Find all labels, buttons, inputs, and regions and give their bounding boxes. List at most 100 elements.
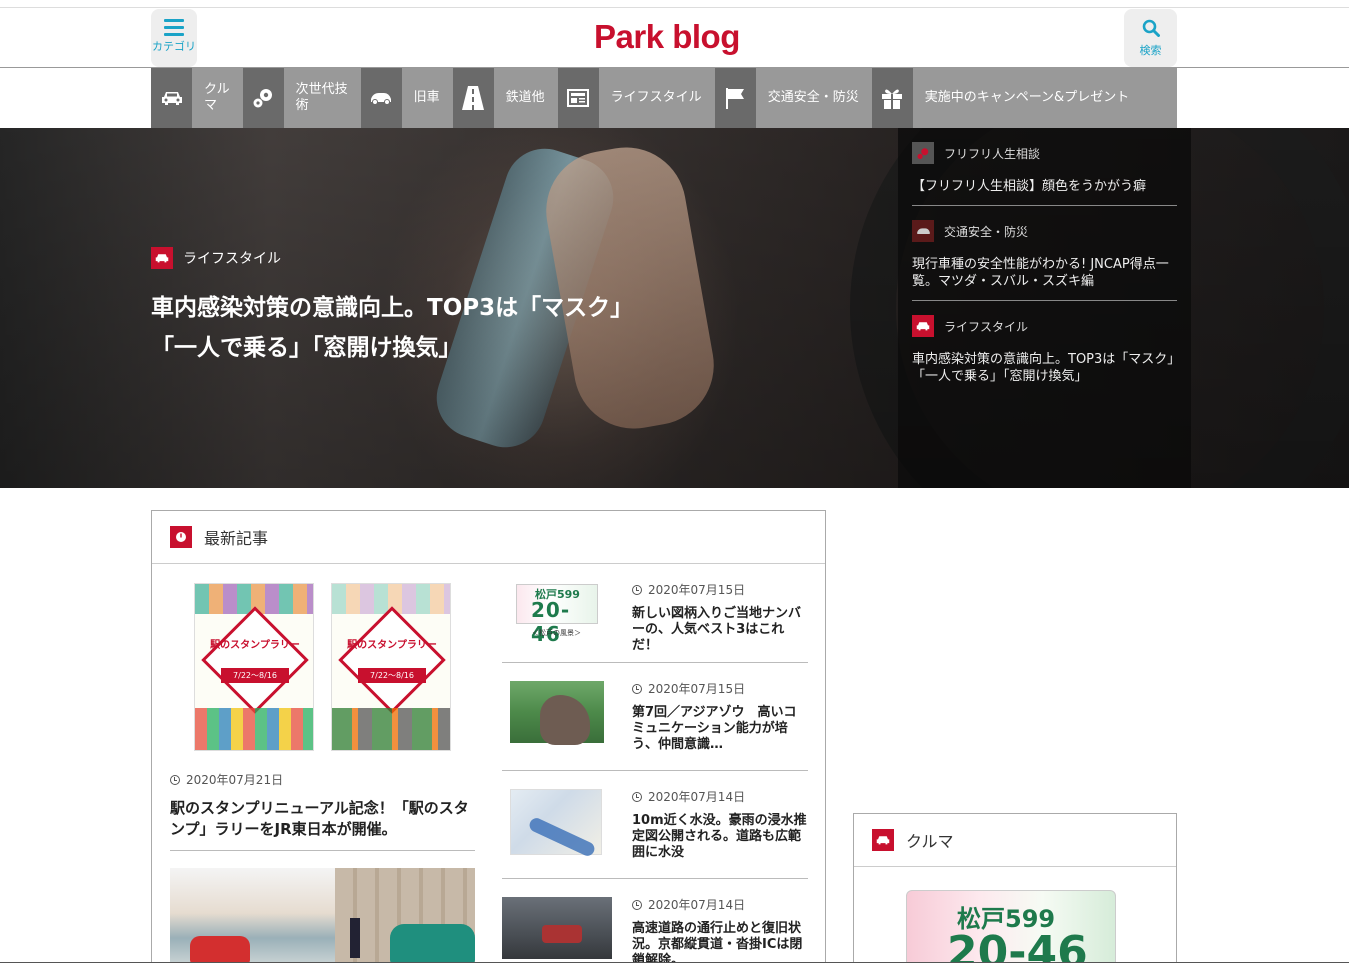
- site-header: カテゴリ Park blog 検索: [0, 8, 1349, 68]
- article-info: 2020年07月14日 高速道路の通行止めと復旧状況。京都縦貫道・沓掛ICは閉鎖…: [612, 879, 808, 963]
- hero-title[interactable]: 車内感染対策の意識向上。TOP3は「マスク」「一人で乗る」「窓開け換気」: [151, 288, 631, 368]
- search-label: 検索: [1139, 44, 1162, 57]
- car-icon: [151, 68, 192, 128]
- clock-icon: [632, 584, 642, 595]
- hero-side-item[interactable]: ライフスタイル 車内感染対策の意識向上。TOP3は「マスク」「一人で乗る」「窓開…: [912, 301, 1177, 395]
- nav-label: 実施中のキャンペーン&プレゼント: [924, 90, 1130, 105]
- search-button[interactable]: 検索: [1124, 9, 1177, 67]
- kuruma-section: クルマ 松戸599 20-46: [853, 813, 1177, 963]
- article-thumbnail[interactable]: 松戸599 20-46 ＜松戸の風景＞: [502, 564, 612, 662]
- side-category-label: 交通安全・防災: [944, 224, 1029, 239]
- flag-icon: [714, 68, 756, 128]
- stamp-rally-poster: 駅のスタンプラリー 7/22〜8/16: [194, 583, 314, 751]
- section-title: クルマ: [906, 832, 954, 851]
- side-category: ライフスタイル: [912, 315, 1177, 337]
- article-thumbnail[interactable]: [502, 879, 612, 963]
- list-item[interactable]: 松戸599 20-46 ＜松戸の風景＞ 2020年07月15日 新しい図柄入りご…: [502, 564, 808, 663]
- poster-dates: 7/22〜8/16: [221, 668, 289, 683]
- divider: [170, 850, 475, 851]
- article-title[interactable]: 高速道路の通行止めと復旧状況。京都縦貫道・沓掛ICは閉鎖解除。: [632, 921, 808, 963]
- category-nav: クル マ 次世代技 術 旧車 鉄道他 ライフスタイル 交通安全・防災 実施中のキ…: [151, 68, 1177, 128]
- gift-icon: [871, 68, 913, 128]
- list-item[interactable]: 2020年07月14日 10m近く水没。豪雨の浸水推定図公開される。道路も広範囲…: [502, 771, 808, 879]
- nav-item-lifestyle[interactable]: ライフスタイル: [557, 68, 715, 128]
- section-header: クルマ: [854, 814, 1176, 867]
- photo-car: [542, 925, 582, 943]
- nav-label: 次世代技 術: [295, 82, 348, 113]
- featured-article[interactable]: 駅のスタンプラリー 7/22〜8/16 駅のスタンプラリー 7/22〜8/16 …: [170, 583, 475, 840]
- section-header: 最新記事: [152, 511, 825, 564]
- hero-banner[interactable]: ライフスタイル 車内感染対策の意識向上。TOP3は「マスク」「一人で乗る」「窓開…: [0, 128, 1349, 488]
- nav-item-railway[interactable]: 鉄道他: [452, 68, 558, 128]
- clock-icon: [632, 791, 642, 802]
- gears-icon: [242, 68, 284, 128]
- article-date-text: 2020年07月15日: [648, 583, 746, 597]
- license-plate-image[interactable]: 松戸599 20-46: [906, 890, 1116, 963]
- nav-item-campaign[interactable]: 実施中のキャンペーン&プレゼント: [871, 68, 1143, 128]
- list-item[interactable]: 2020年07月14日 高速道路の通行止めと復旧状況。京都縦貫道・沓掛ICは閉鎖…: [502, 879, 808, 963]
- second-article-image[interactable]: [170, 868, 475, 963]
- nav-label: 鉄道他: [505, 90, 545, 105]
- list-item[interactable]: 2020年07月15日 第7回／アジアゾウ 高いコミュニケーション能力が培う、仲…: [502, 663, 808, 771]
- flood-map-image: [510, 789, 602, 859]
- hero-category-label: ライフスタイル: [183, 251, 281, 267]
- article-date: 2020年07月14日: [632, 788, 808, 805]
- side-title: 車内感染対策の意識向上。TOP3は「マスク」「一人で乗る」「窓開け換気」: [912, 352, 1174, 384]
- poster-title: 駅のスタンプラリー: [347, 640, 437, 651]
- nav-label: ライフスタイル: [610, 90, 702, 105]
- car-icon: [912, 315, 934, 337]
- photo-pedestrian: [350, 918, 360, 958]
- classic-car-icon: [360, 68, 402, 128]
- side-category: 交通安全・防災: [912, 220, 1177, 242]
- article-info: 2020年07月15日 第7回／アジアゾウ 高いコミュニケーション能力が培う、仲…: [612, 663, 808, 770]
- license-plate-image: 松戸599 20-46: [516, 584, 598, 646]
- latest-articles-section: 最新記事 駅のスタンプラリー 7/22〜8/16 駅のスタンプラリー 7/22〜…: [151, 510, 826, 963]
- plate-caption: ＜松戸の風景＞: [532, 629, 581, 637]
- photo-green-car: [390, 924, 475, 963]
- article-date: 2020年07月15日: [632, 581, 808, 598]
- article-info: 2020年07月14日 10m近く水没。豪雨の浸水推定図公開される。道路も広範囲…: [612, 771, 808, 878]
- hero-side-item[interactable]: フリフリ人生相談 【フリフリ人生相談】顔色をうかがう癖: [912, 128, 1177, 206]
- clock-icon: [632, 899, 642, 910]
- search-icon: [1142, 19, 1160, 37]
- article-date: 2020年07月15日: [632, 680, 808, 697]
- map-river: [527, 815, 597, 859]
- article-thumbnail[interactable]: [502, 771, 612, 878]
- section-title: 最新記事: [204, 529, 269, 548]
- featured-article-image[interactable]: 駅のスタンプラリー 7/22〜8/16 駅のスタンプラリー 7/22〜8/16: [170, 583, 475, 753]
- nav-item-next-gen-tech[interactable]: 次世代技 術: [242, 68, 361, 128]
- poster-stamps-bottom: [195, 708, 313, 750]
- poster-dates: 7/22〜8/16: [358, 668, 426, 683]
- side-title: 【フリフリ人生相談】顔色をうかがう癖: [912, 179, 1147, 194]
- clock-icon: [170, 526, 192, 548]
- stamp-rally-poster: 駅のスタンプラリー 7/22〜8/16: [331, 583, 451, 751]
- article-date: 2020年07月21日: [170, 771, 475, 788]
- article-title[interactable]: 第7回／アジアゾウ 高いコミュニケーション能力が培う、仲間意識…: [632, 705, 808, 753]
- article-title[interactable]: 新しい図柄入りご当地ナンバーの、人気ベスト3はこれだ！: [632, 606, 808, 654]
- car-icon: [872, 829, 894, 851]
- hero-side-item[interactable]: 交通安全・防災 現行車種の安全性能がわかる! JNCAP得点一覧。マツダ・スバル…: [912, 206, 1177, 301]
- side-category-label: フリフリ人生相談: [944, 146, 1041, 161]
- nav-item-traffic-safety[interactable]: 交通安全・防災: [714, 68, 872, 128]
- plate-number-text: 20-46: [531, 598, 571, 646]
- nav-label: 交通安全・防災: [767, 90, 859, 105]
- hamburger-icon: [164, 19, 184, 36]
- nav-label: 旧車: [413, 90, 440, 105]
- side-category: フリフリ人生相談: [912, 142, 1177, 164]
- elephant-shape: [540, 695, 590, 745]
- rainy-road-photo: [502, 897, 612, 959]
- nav-item-classic-car[interactable]: 旧車: [360, 68, 453, 128]
- article-title[interactable]: 10m近く水没。豪雨の浸水推定図公開される。道路も広範囲に水没: [632, 813, 808, 861]
- category-menu-button[interactable]: カテゴリ: [151, 9, 197, 67]
- site-logo[interactable]: Park blog: [594, 18, 740, 56]
- hero-category[interactable]: ライフスタイル: [151, 247, 281, 269]
- article-thumbnail[interactable]: [502, 663, 612, 770]
- nav-item-car[interactable]: クル マ: [151, 68, 243, 128]
- poster-title: 駅のスタンプラリー: [210, 640, 300, 651]
- category-label: カテゴリ: [152, 40, 196, 53]
- gears-icon: [912, 142, 934, 164]
- article-date-text: 2020年07月21日: [186, 773, 284, 787]
- article-list: 松戸599 20-46 ＜松戸の風景＞ 2020年07月15日 新しい図柄入りご…: [502, 564, 808, 963]
- newspaper-icon: [557, 68, 599, 128]
- featured-article-title[interactable]: 駅のスタンプリニューアル記念！「駅のスタンプ」ラリーをJR東日本が開催。: [170, 798, 475, 840]
